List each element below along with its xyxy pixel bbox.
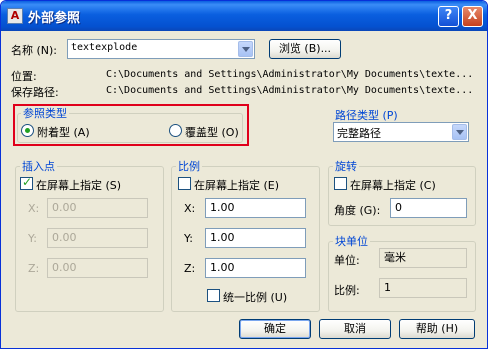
angle-label: 角度 (G): [334,204,381,217]
insertion-y-input[interactable]: 0.00 [47,228,148,248]
insertion-z-label: Z: [28,262,40,275]
name-combobox[interactable]: textexplode [67,39,255,59]
insertion-point-title: 插入点 [20,158,57,174]
insertion-specify-label[interactable]: 在屏幕上指定 (S) [36,177,121,193]
chevron-down-icon [242,47,250,52]
insertion-x-label: X: [28,202,40,215]
insertion-z-input[interactable]: 0.00 [47,258,148,278]
ok-button[interactable]: 确定 [239,319,311,339]
insertion-y-label: Y: [28,232,37,245]
insertion-x-input[interactable]: 0.00 [47,198,148,218]
location-value: C:\Documents and Settings\Administrator\… [106,69,474,80]
location-label: 位置: [11,70,37,83]
cancel-button[interactable]: 取消 [319,319,391,339]
uniform-scale-checkbox[interactable] [207,289,220,302]
name-dropdown-button[interactable] [238,41,253,57]
scale-z-label: Z: [184,262,196,275]
path-type-dropdown-button[interactable] [452,124,467,140]
angle-input[interactable]: 0 [390,198,467,218]
rotation-specify-label[interactable]: 在屏幕上指定 (C) [350,177,436,193]
scale-x-input[interactable]: 1.00 [205,198,306,218]
scale-y-input[interactable]: 1.00 [205,228,306,248]
name-label: 名称 (N): [11,44,58,57]
chevron-down-icon [456,130,464,135]
name-value: textexplode [71,42,138,53]
path-type-value: 完整路径 [337,127,381,140]
path-type-combobox[interactable]: 完整路径 [333,122,469,142]
browse-button[interactable]: 浏览 (B)... [269,39,341,59]
title-bar[interactable]: A 外部参照 ? X [1,1,487,31]
rotation-specify-checkbox[interactable] [334,177,347,190]
scale-specify-checkbox[interactable] [178,177,191,190]
unit-label: 单位: [334,254,360,267]
autocad-app-icon: A [7,8,23,24]
path-type-title: 路径类型 (P) [333,107,400,123]
scale-title: 比例 [176,158,202,174]
saved-path-label: 保存路径: [11,86,59,99]
scale-specify-label[interactable]: 在屏幕上指定 (E) [194,177,279,193]
close-icon: X [467,8,478,23]
saved-path-value: C:\Documents and Settings\Administrator\… [106,85,474,96]
highlight-box [13,104,249,146]
factor-label: 比例: [334,284,360,297]
uniform-scale-label[interactable]: 统一比例 (U) [223,289,287,305]
block-unit-title: 块单位 [333,233,370,249]
check-icon: ✓ [22,175,33,189]
insertion-specify-checkbox[interactable]: ✓ [20,175,33,190]
unit-value: 毫米 [379,248,467,268]
scale-x-label: X: [184,202,196,215]
rotation-title: 旋转 [333,158,359,174]
external-reference-dialog: A 外部参照 ? X 名称 (N): textexplode 浏览 (B)...… [0,0,488,349]
scale-y-label: Y: [184,232,193,245]
dialog-title: 外部参照 [28,11,81,26]
scale-z-input[interactable]: 1.00 [205,258,306,278]
help-button[interactable]: 帮助 (H) [399,319,475,339]
help-title-button[interactable]: ? [438,6,459,27]
factor-value: 1 [379,278,467,298]
close-button[interactable]: X [462,6,483,27]
help-icon: ? [444,8,453,23]
